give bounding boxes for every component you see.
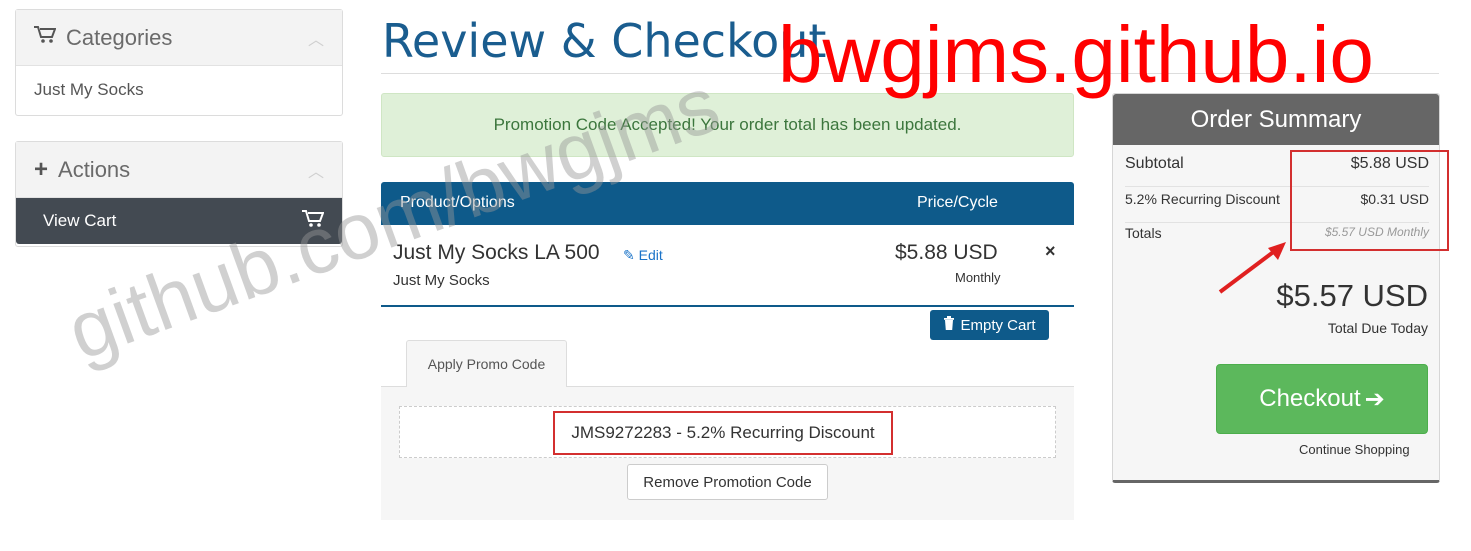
summary-row-subtotal: Subtotal $5.88 USD [1125, 155, 1429, 187]
arrow-right-icon: ➔ [1364, 385, 1385, 413]
cart-table-header: Product/Options Price/Cycle [381, 182, 1074, 225]
tab-apply-promo[interactable]: Apply Promo Code [406, 340, 567, 387]
promo-success-alert: Promotion Code Accepted! Your order tota… [381, 93, 1074, 157]
trash-icon [943, 316, 955, 334]
actions-header[interactable]: + Actions ︿ [16, 142, 342, 198]
remove-promo-button[interactable]: Remove Promotion Code [627, 464, 828, 500]
checkout-button[interactable]: Checkout ➔ [1216, 364, 1428, 434]
checkout-label: Checkout [1259, 385, 1361, 412]
product-name: Just My Socks LA 500 [393, 241, 600, 264]
remove-item-button[interactable]: × [1045, 241, 1056, 262]
continue-shopping-link[interactable]: Continue Shopping [1299, 442, 1410, 457]
plus-icon: + [34, 155, 49, 183]
summary-row-totals: Totals $5.57 USD Monthly [1125, 225, 1429, 255]
summary-value: $0.31 USD [1360, 191, 1429, 207]
order-summary-title: Order Summary [1113, 94, 1439, 145]
categories-panel: Categories ︿ Just My Socks [15, 9, 343, 116]
total-due-caption: Total Due Today [1327, 320, 1428, 336]
empty-cart-button[interactable]: Empty Cart [930, 310, 1049, 340]
summary-value: $5.57 USD Monthly [1324, 225, 1429, 239]
product-group: Just My Socks [393, 272, 490, 289]
empty-cart-label: Empty Cart [960, 316, 1036, 334]
total-due: $5.57 USD [1276, 278, 1428, 313]
applied-promo-code: JMS9272283 - 5.2% Recurring Discount [553, 411, 893, 455]
summary-label: 5.2% Recurring Discount [1125, 191, 1280, 207]
actions-title: Actions [58, 156, 131, 182]
summary-label: Totals [1125, 225, 1162, 241]
actions-panel: + Actions ︿ View Cart [15, 141, 343, 247]
item-cycle: Monthly [955, 270, 1001, 285]
view-cart-link[interactable]: View Cart [16, 198, 342, 244]
edit-label: Edit [638, 247, 663, 263]
view-cart-label: View Cart [43, 211, 117, 230]
column-price: Price/Cycle [917, 194, 998, 211]
summary-rows: Subtotal $5.88 USD 5.2% Recurring Discou… [1117, 145, 1435, 259]
chevron-up-icon[interactable]: ︿ [308, 158, 324, 182]
page-title: Review & Checkout [382, 14, 827, 68]
cart-icon [34, 25, 57, 50]
item-price: $5.88 USD [895, 241, 998, 264]
edit-link[interactable]: ✎ Edit [623, 247, 663, 264]
cart-icon [302, 209, 325, 233]
categories-header[interactable]: Categories ︿ [16, 10, 342, 66]
title-divider [381, 73, 1439, 74]
cart-item-row: Just My Socks LA 500 ✎ Edit Just My Sock… [381, 225, 1074, 307]
category-item[interactable]: Just My Socks [16, 66, 342, 114]
chevron-up-icon[interactable]: ︿ [308, 26, 324, 50]
column-product: Product/Options [400, 194, 515, 211]
watermark-site: bwgjms.github.io [778, 10, 1374, 99]
categories-title: Categories [66, 24, 173, 50]
pencil-icon: ✎ [623, 247, 635, 263]
summary-row-discount: 5.2% Recurring Discount $0.31 USD [1125, 191, 1429, 223]
summary-label: Subtotal [1125, 155, 1184, 172]
summary-value: $5.88 USD [1350, 155, 1429, 172]
